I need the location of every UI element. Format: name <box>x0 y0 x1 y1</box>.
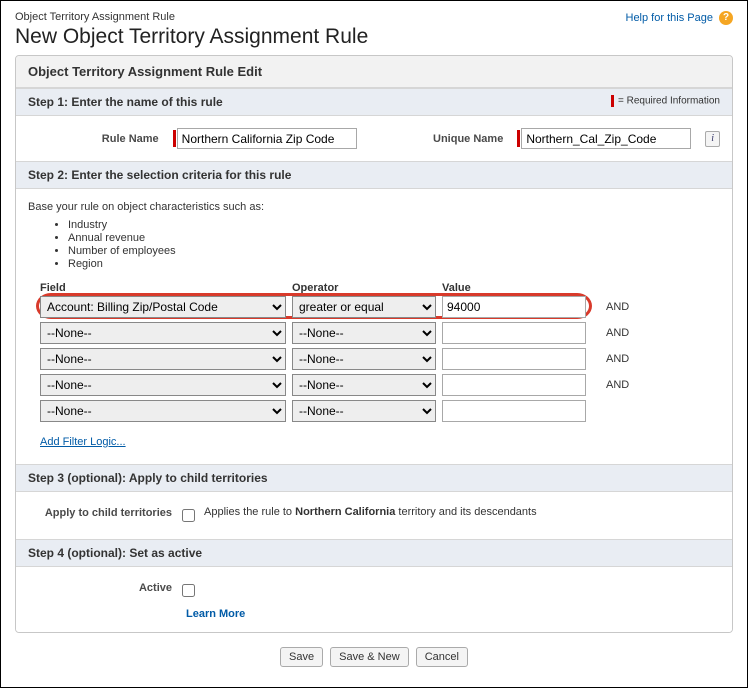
apply-child-label: Apply to child territories <box>28 506 178 519</box>
bullet-item: Annual revenue <box>68 232 720 244</box>
step2-base-text: Base your rule on object characteristics… <box>28 201 720 213</box>
active-checkbox[interactable] <box>182 584 195 597</box>
operator-select[interactable]: --None-- <box>292 400 436 422</box>
field-select[interactable]: --None-- <box>40 322 286 344</box>
active-label: Active <box>28 581 178 594</box>
value-input[interactable] <box>442 348 586 370</box>
rule-name-input[interactable] <box>177 128 357 149</box>
step1-header-text: Step 1: Enter the name of this rule <box>28 95 223 109</box>
value-input[interactable] <box>442 400 586 422</box>
step2-body: Base your rule on object characteristics… <box>16 189 732 464</box>
criteria-row: --None-- --None-- AND <box>28 320 720 346</box>
save-and-new-button[interactable]: Save & New <box>330 647 409 667</box>
step3-header: Step 3 (optional): Apply to child territ… <box>16 464 732 492</box>
and-label: AND <box>606 353 629 365</box>
bullet-item: Region <box>68 258 720 270</box>
step3-body: Apply to child territories Applies the r… <box>16 492 732 539</box>
step2-bullet-list: IndustryAnnual revenueNumber of employee… <box>68 219 720 270</box>
and-label: AND <box>606 379 629 391</box>
and-label: AND <box>606 301 629 313</box>
value-input[interactable] <box>442 374 586 396</box>
step4-body: Active Learn More <box>16 567 732 632</box>
save-button[interactable]: Save <box>280 647 323 667</box>
add-filter-logic-wrap: Add Filter Logic... <box>40 436 720 448</box>
apply-child-desc: Applies the rule to Northern California … <box>204 506 537 518</box>
col-operator: Operator <box>292 282 442 294</box>
and-label: AND <box>606 327 629 339</box>
required-bar-icon <box>173 130 176 147</box>
step1-body: Rule Name Unique Name i <box>16 116 732 161</box>
rule-name-label: Rule Name <box>28 133 165 145</box>
criteria-headers: Field Operator Value <box>28 282 720 294</box>
col-value: Value <box>442 282 592 294</box>
step1-header: Step 1: Enter the name of this rule = Re… <box>16 88 732 116</box>
help-icon[interactable]: ? <box>719 11 733 25</box>
step2-header: Step 2: Enter the selection criteria for… <box>16 161 732 189</box>
operator-select[interactable]: greater or equal <box>292 296 436 318</box>
page-container: Help for this Page ? Object Territory As… <box>0 0 748 688</box>
field-select[interactable]: --None-- <box>40 374 286 396</box>
operator-select[interactable]: --None-- <box>292 348 436 370</box>
value-input[interactable] <box>442 296 586 318</box>
apply-child-checkbox[interactable] <box>182 509 195 522</box>
bullet-item: Number of employees <box>68 245 720 257</box>
required-bar-icon <box>517 130 520 147</box>
required-info: = Required Information <box>611 95 720 107</box>
learn-more-link[interactable]: Learn More <box>186 608 245 620</box>
apply-child-desc-suffix: territory and its descendants <box>395 506 536 518</box>
panel-title: Object Territory Assignment Rule Edit <box>16 56 732 88</box>
operator-select[interactable]: --None-- <box>292 322 436 344</box>
unique-name-label: Unique Name <box>409 133 509 145</box>
page-header: Help for this Page ? Object Territory As… <box>1 1 747 55</box>
field-select[interactable]: Account: Billing Zip/Postal Code <box>40 296 286 318</box>
unique-name-input[interactable] <box>521 128 691 149</box>
col-field: Field <box>40 282 292 294</box>
help-for-page-link[interactable]: Help for this Page <box>626 12 713 24</box>
edit-panel: Object Territory Assignment Rule Edit St… <box>15 55 733 633</box>
value-input[interactable] <box>442 322 586 344</box>
criteria-rows: Account: Billing Zip/Postal Code greater … <box>28 294 720 424</box>
apply-child-desc-prefix: Applies the rule to <box>204 506 295 518</box>
criteria-row: --None-- --None-- AND <box>28 346 720 372</box>
step4-header: Step 4 (optional): Set as active <box>16 539 732 567</box>
field-select[interactable]: --None-- <box>40 348 286 370</box>
page-title: New Object Territory Assignment Rule <box>15 25 733 49</box>
help-link-wrap: Help for this Page ? <box>626 11 734 25</box>
bullet-item: Industry <box>68 219 720 231</box>
field-select[interactable]: --None-- <box>40 400 286 422</box>
required-mark-icon <box>611 95 614 107</box>
criteria-row: --None-- --None-- <box>28 398 720 424</box>
operator-select[interactable]: --None-- <box>292 374 436 396</box>
info-icon[interactable]: i <box>705 131 720 147</box>
criteria-row: Account: Billing Zip/Postal Code greater … <box>28 294 720 320</box>
add-filter-logic-link[interactable]: Add Filter Logic... <box>40 436 126 448</box>
criteria-row: --None-- --None-- AND <box>28 372 720 398</box>
required-info-text: = Required Information <box>618 96 720 107</box>
button-row: Save Save & New Cancel <box>15 633 733 673</box>
cancel-button[interactable]: Cancel <box>416 647 468 667</box>
territory-name: Northern California <box>295 506 395 518</box>
